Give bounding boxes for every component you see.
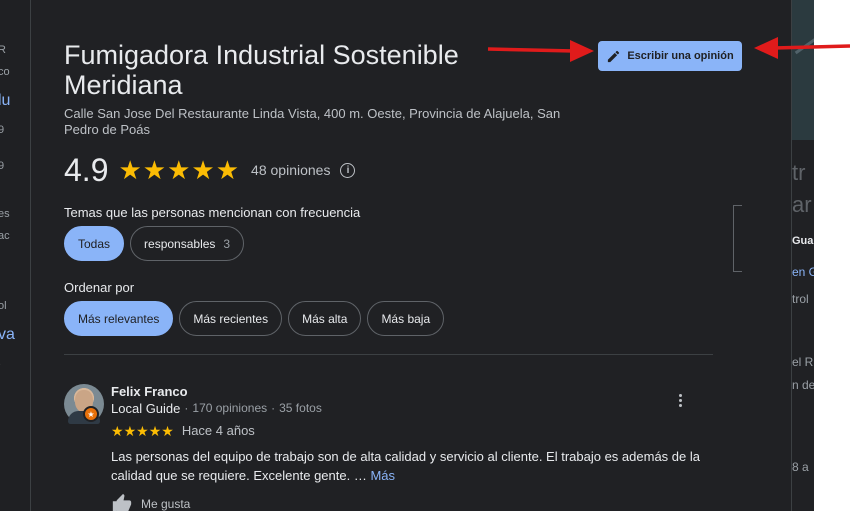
chip-label: Más alta xyxy=(302,311,348,326)
info-icon[interactable]: i xyxy=(340,162,356,178)
thumbs-up-icon xyxy=(112,493,132,511)
rating-stars: ★ ★ ★ ★ ★ xyxy=(118,157,239,183)
sort-chip-lowest[interactable]: Más baja xyxy=(367,301,445,336)
review-text: Las personas del equipo de trabajo son d… xyxy=(111,447,711,485)
divider xyxy=(64,354,713,355)
pencil-icon xyxy=(608,50,620,62)
sort-label: Ordenar por xyxy=(64,280,135,295)
place-address: Calle San Jose Del Restaurante Linda Vis… xyxy=(64,106,561,137)
topics-chips: Todas responsables 3 xyxy=(64,226,245,261)
star-icon: ★ xyxy=(191,155,215,185)
place-title: Fumigadora Industrial Sostenible Meridia… xyxy=(64,40,459,100)
star-icon: ★ xyxy=(136,422,149,439)
background-page-left: R co lu 9 9 es ac ol va . xyxy=(0,0,30,511)
review-rating: ★ ★ ★ ★ ★ Hace 4 años xyxy=(111,423,255,438)
like-button[interactable]: Me gusta xyxy=(111,493,190,511)
star-icon: ★ xyxy=(215,155,240,185)
reviewer-meta: Local Guide · 170 opiniones · 35 fotos xyxy=(111,401,322,416)
topic-chip-todas[interactable]: Todas xyxy=(64,226,125,261)
chip-label: Todas xyxy=(78,236,111,251)
sort-chip-recent[interactable]: Más recientes xyxy=(179,301,283,336)
star-icon: ★ xyxy=(148,422,162,439)
sort-chip-relevant[interactable]: Más relevantes xyxy=(64,301,174,336)
annotation-arrow-left xyxy=(487,40,594,62)
rating-value: 4.9 xyxy=(64,152,109,188)
write-review-button[interactable]: Escribir una opinión xyxy=(598,41,742,71)
chip-label: Más relevantes xyxy=(78,311,160,326)
meta-separator: · xyxy=(184,401,189,415)
reviewer-name[interactable]: Felix Franco xyxy=(111,384,188,399)
scrollbar-track[interactable] xyxy=(733,205,742,272)
more-link[interactable]: Más xyxy=(370,468,395,483)
star-icon: ★ xyxy=(118,155,142,185)
review-count: 48 opiniones xyxy=(251,162,331,178)
review-date: Hace 4 años xyxy=(181,423,255,438)
reviews-dialog: Fumigadora Industrial Sostenible Meridia… xyxy=(30,0,792,511)
sort-chips: Más relevantes Más recientes Más alta Má… xyxy=(64,301,445,336)
annotation-arrow-right xyxy=(754,37,850,59)
local-guide-label: Local Guide xyxy=(111,401,181,416)
star-icon: ★ xyxy=(161,422,174,439)
local-guide-badge-icon: ★ xyxy=(83,406,99,422)
like-label: Me gusta xyxy=(141,497,191,511)
more-options-icon[interactable] xyxy=(672,390,688,410)
sort-chip-highest[interactable]: Más alta xyxy=(288,301,362,336)
star-icon: ★ xyxy=(142,155,167,185)
star-icon: ★ xyxy=(123,422,137,439)
chip-label: responsables xyxy=(144,236,216,251)
star-icon: ★ xyxy=(111,422,124,439)
topic-chip-responsables[interactable]: responsables 3 xyxy=(130,226,245,261)
reviewer-review-count: 170 opiniones xyxy=(192,401,268,415)
chip-label: Más recientes xyxy=(193,311,269,326)
chip-count: 3 xyxy=(223,236,231,251)
reviewer-photo-count: 35 fotos xyxy=(279,401,322,415)
review-body: Las personas del equipo de trabajo son d… xyxy=(111,449,700,483)
star-icon: ★ xyxy=(167,155,191,185)
meta-separator: · xyxy=(271,401,276,415)
write-review-label: Escribir una opinión xyxy=(627,50,734,62)
topics-label: Temas que las personas mencionan con fre… xyxy=(64,205,361,220)
chip-label: Más baja xyxy=(381,311,431,326)
rating-summary: 4.9 ★ ★ ★ ★ ★ 48 opiniones i xyxy=(64,152,356,188)
